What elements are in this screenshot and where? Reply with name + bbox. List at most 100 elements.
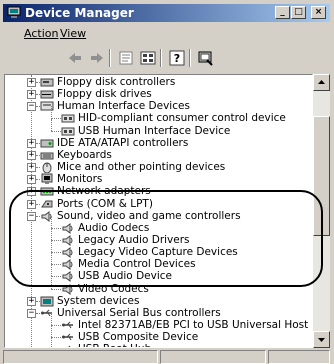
vertical-scrollbar[interactable] (313, 74, 330, 348)
status-cell (268, 350, 330, 364)
tree-category[interactable]: + Network adapters (5, 185, 312, 198)
title-bar[interactable]: Device Manager _ □ × (3, 4, 330, 22)
keyboard-icon (40, 152, 54, 160)
sound-device-icon (62, 259, 73, 271)
tree-item-label: System devices (57, 294, 140, 307)
hid-device-icon (61, 127, 75, 136)
minimize-button[interactable]: _ (275, 6, 290, 19)
status-bar (3, 349, 330, 364)
device-manager-icon (7, 6, 21, 18)
tree-item-label: USB Composite Device (78, 331, 199, 344)
scroll-down-icon (318, 338, 325, 342)
help-icon[interactable]: ? (167, 49, 187, 67)
tree-item-label: HID-compliant consumer control device (78, 112, 286, 125)
usb-device-icon (62, 321, 73, 329)
tree-line (51, 264, 61, 266)
tree-category[interactable]: + Floppy disk drives (5, 88, 312, 101)
view-icon[interactable] (138, 49, 158, 67)
properties-icon[interactable] (116, 49, 136, 67)
tree-category[interactable]: + System devices (5, 294, 312, 308)
tree-line (51, 337, 52, 347)
toolbar-separator (189, 49, 191, 67)
tree-item-label: Legacy Audio Drivers (78, 233, 190, 246)
expand-icon[interactable]: + (27, 150, 36, 160)
tree-item-label: Keyboards (57, 148, 112, 161)
tree-category[interactable]: + Mice and other pointing devices (5, 161, 312, 174)
tree-item-label: USB Human Interface Device (78, 124, 231, 137)
tree-item-label: Human Interface Devices (57, 100, 190, 113)
tree-category[interactable]: + Keyboards (5, 148, 312, 162)
sound-device-icon (62, 234, 73, 246)
forward-arrow-icon[interactable] (87, 49, 107, 67)
expand-icon[interactable]: + (27, 296, 36, 306)
tree-line (51, 276, 52, 289)
tree-item-label: Audio Codecs (78, 221, 150, 234)
tree-line (51, 106, 52, 119)
device-tree[interactable]: + Floppy disk controllers + Floppy disk dri… (4, 74, 313, 348)
tree-device[interactable]: USB Human Interface Device (5, 118, 312, 138)
tree-line (51, 239, 61, 241)
collapse-icon[interactable]: − (27, 102, 36, 112)
tree-line (51, 252, 61, 254)
tree-category[interactable]: + Floppy disk controllers (5, 76, 312, 89)
scroll-thumb[interactable] (313, 116, 330, 236)
tree-line (51, 288, 61, 290)
collapse-icon[interactable]: − (27, 308, 36, 318)
tree-line (51, 215, 52, 228)
tree-item-label: Floppy disk drives (57, 88, 152, 101)
menu-view[interactable]: View (60, 27, 86, 40)
expand-icon[interactable]: + (27, 199, 36, 209)
sound-device-icon (62, 283, 73, 295)
tree-device[interactable]: USB Root Hub (5, 337, 312, 347)
floppy-drive-icon (40, 90, 54, 99)
tree-line (51, 312, 52, 326)
mouse-icon (42, 162, 52, 174)
scroll-up-icon (318, 80, 325, 84)
tree-line (51, 227, 52, 241)
usb-device-icon (68, 345, 71, 347)
menu-action-label: Action (24, 27, 59, 40)
expand-icon[interactable]: + (27, 187, 36, 197)
window-title: Device Manager (25, 6, 134, 20)
tree-line (51, 118, 61, 120)
hid-device-icon (61, 114, 75, 123)
tree-line (51, 118, 52, 131)
tree-item-label: Ports (COM & LPT) (57, 197, 153, 210)
tree-line (51, 227, 61, 229)
scroll-down-button[interactable] (313, 331, 330, 348)
expand-icon[interactable]: + (27, 163, 36, 173)
tree-item-label: Intel 82371AB/EB PCI to USB Universal Ho… (78, 319, 312, 331)
back-arrow-icon[interactable] (65, 49, 85, 67)
tree-category[interactable]: + Ports (COM & LPT) (5, 197, 312, 211)
tree-item-label: USB Audio Device (78, 270, 172, 283)
tree-line (51, 325, 61, 326)
tree-category[interactable]: + IDE ATA/ATAPI controllers (5, 136, 312, 150)
tree-line (51, 240, 52, 253)
tree-category[interactable]: + Monitors (5, 173, 312, 186)
menu-action[interactable]: Action (24, 27, 58, 40)
tree-line (51, 264, 52, 277)
expand-icon[interactable]: + (27, 175, 36, 185)
scan-hardware-icon[interactable] (196, 49, 216, 67)
expand-icon[interactable]: + (27, 138, 36, 148)
expand-icon[interactable]: + (27, 78, 36, 87)
tree-item-label: Monitors (57, 173, 103, 186)
expand-icon[interactable]: + (27, 90, 36, 100)
tree-line (51, 337, 61, 339)
sound-device-icon (62, 222, 73, 234)
tree-item-label: Video Codecs (78, 282, 149, 295)
tree-device[interactable]: Video Codecs (5, 276, 312, 296)
scroll-up-button[interactable] (313, 74, 330, 91)
menu-bar: Action View (3, 24, 330, 43)
system-icon (40, 296, 54, 307)
tree-item-label: IDE ATA/ATAPI controllers (57, 136, 189, 149)
tree-item-label: Media Control Devices (78, 258, 196, 271)
close-button[interactable]: × (311, 6, 326, 19)
usb-device-icon (62, 333, 73, 341)
tree-line (51, 276, 61, 278)
ide-icon (40, 139, 54, 148)
tree-item-label: Sound, video and game controllers (57, 209, 241, 222)
tree-item-label: Mice and other pointing devices (57, 161, 226, 174)
maximize-button[interactable]: □ (291, 6, 306, 19)
collapse-icon[interactable]: − (27, 211, 36, 221)
